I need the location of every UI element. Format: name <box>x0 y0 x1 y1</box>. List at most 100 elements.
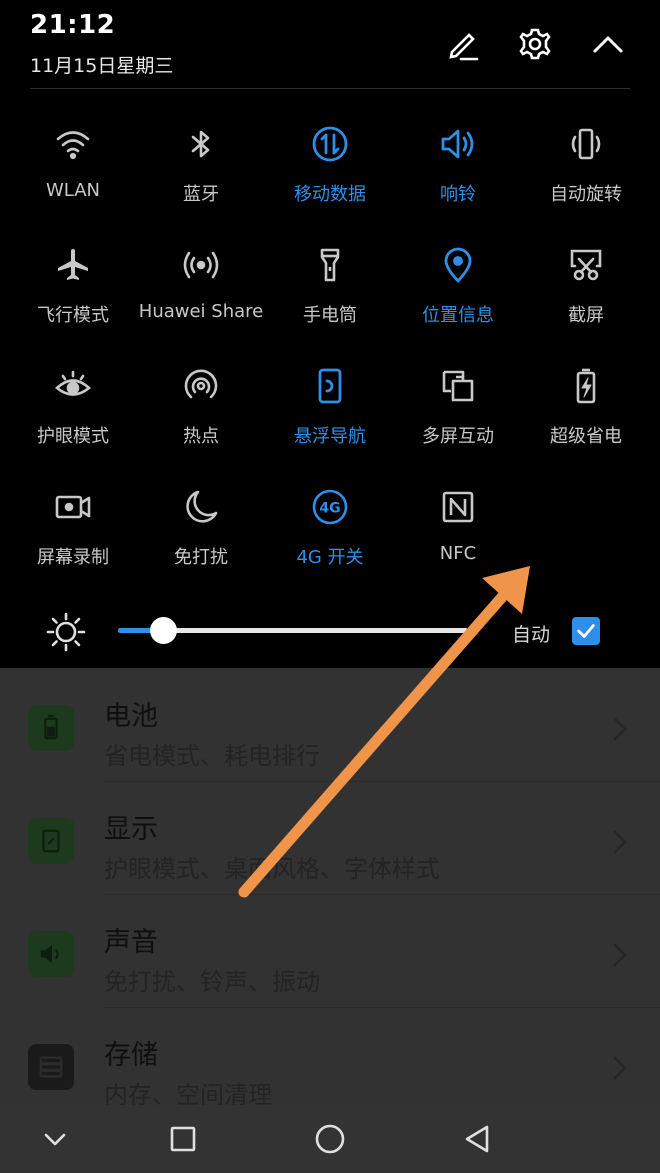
row-title: 电池 <box>104 701 158 732</box>
tile-label: 悬浮导航 <box>294 426 366 447</box>
tile-huawei-share[interactable]: Huawei Share <box>137 245 265 345</box>
hotspot-icon <box>184 369 218 399</box>
settings-list-dimmed: 电池 省电模式、耗电排行 显示 护眼模式、桌面风格、字体样式 声音 免打扰、铃声… <box>0 668 660 1105</box>
settings-row-storage[interactable]: 存储 内存、空间清理 <box>0 1007 660 1105</box>
navigation-bar <box>0 1105 660 1173</box>
brightness-slider-thumb[interactable] <box>150 617 177 644</box>
check-icon <box>577 624 595 638</box>
tile-label: 响铃 <box>440 184 476 205</box>
edit-button[interactable] <box>440 22 484 66</box>
storage-icon <box>28 1044 74 1090</box>
settings-row-battery[interactable]: 电池 省电模式、耗电排行 <box>0 668 660 781</box>
tile-screen-record[interactable]: 屏幕录制 <box>9 487 137 587</box>
tile-do-not-disturb[interactable]: 免打扰 <box>137 487 265 587</box>
tile-label: WLAN <box>45 180 101 201</box>
tile-eye-comfort[interactable]: 护眼模式 <box>9 366 137 466</box>
nav-down-button[interactable] <box>33 1117 77 1161</box>
tile-label: 屏幕录制 <box>37 547 109 568</box>
tile-label: 免打扰 <box>174 547 228 568</box>
brightness-icon <box>46 612 86 652</box>
collapse-button[interactable] <box>586 22 630 66</box>
tile-4g[interactable]: 4G 4G 开关 <box>266 487 394 587</box>
eye-icon <box>55 370 91 396</box>
multi-screen-icon <box>442 370 474 402</box>
svg-text:4G: 4G <box>319 501 340 517</box>
settings-row-sound[interactable]: 声音 免打扰、铃声、振动 <box>0 894 660 1007</box>
wifi-icon <box>56 131 90 160</box>
sound-icon <box>28 931 74 977</box>
recents-square-icon <box>170 1126 196 1152</box>
auto-rotate-icon <box>571 128 601 160</box>
speaker-icon <box>441 129 474 159</box>
4g-icon: 4G <box>312 489 348 525</box>
collapse-chevron-up-icon <box>593 36 623 53</box>
tile-label: 热点 <box>183 426 219 447</box>
nav-back-button[interactable] <box>455 1117 499 1161</box>
row-title: 存储 <box>104 1040 158 1071</box>
tile-label: NFC <box>439 543 477 564</box>
tile-battery-saver[interactable]: 超级省电 <box>522 366 650 466</box>
settings-gear-icon <box>519 28 551 60</box>
tile-label: Huawei Share <box>138 301 264 322</box>
screen-record-icon <box>55 495 91 519</box>
home-circle-icon <box>315 1124 345 1154</box>
tile-ring[interactable]: 响铃 <box>394 124 522 224</box>
row-subtitle: 免打扰、铃声、振动 <box>104 968 320 996</box>
tile-flashlight[interactable]: 手电筒 <box>266 245 394 345</box>
header-divider <box>30 88 630 89</box>
bluetooth-icon <box>191 130 210 158</box>
row-subtitle: 省电模式、耗电排行 <box>104 742 320 770</box>
tile-label: 4G 开关 <box>296 547 364 568</box>
nav-recents-button[interactable] <box>161 1117 205 1161</box>
floating-nav-icon <box>318 368 342 404</box>
chevron-right-icon <box>613 943 627 967</box>
battery-icon <box>28 705 74 751</box>
location-pin-icon <box>444 247 472 283</box>
moon-icon <box>186 490 218 523</box>
tile-bluetooth[interactable]: 蓝牙 <box>137 124 265 224</box>
tile-label: 移动数据 <box>294 184 366 205</box>
tile-label: 多屏互动 <box>422 426 494 447</box>
quick-settings-panel: 21:12 11月15日星期三 WLAN 蓝牙 移动数据 响铃 自动旋转 飞行模… <box>0 0 660 668</box>
nfc-icon <box>442 491 474 523</box>
status-time: 21:12 <box>30 10 116 40</box>
battery-saver-icon <box>576 368 596 404</box>
tile-label: 飞行模式 <box>37 305 109 326</box>
chevron-down-icon <box>44 1133 66 1146</box>
tile-floating-nav[interactable]: 悬浮导航 <box>266 366 394 466</box>
settings-row-display[interactable]: 显示 护眼模式、桌面风格、字体样式 <box>0 781 660 894</box>
tile-label: 手电筒 <box>303 305 357 326</box>
tile-multi-screen[interactable]: 多屏互动 <box>394 366 522 466</box>
mobile-data-icon <box>312 126 348 162</box>
edit-icon <box>449 33 479 61</box>
nav-home-button[interactable] <box>308 1117 352 1161</box>
tile-label: 位置信息 <box>422 305 494 326</box>
tile-nfc[interactable]: NFC <box>394 487 522 587</box>
back-triangle-icon <box>465 1125 489 1153</box>
row-title: 显示 <box>104 814 158 845</box>
row-title: 声音 <box>104 927 158 958</box>
screenshot-scissors-icon <box>570 249 602 281</box>
auto-brightness-checkbox[interactable] <box>572 617 600 645</box>
tile-auto-rotate[interactable]: 自动旋转 <box>522 124 650 224</box>
display-icon <box>28 818 74 864</box>
tile-label: 蓝牙 <box>183 184 219 205</box>
tile-label: 自动旋转 <box>550 184 622 205</box>
settings-button[interactable] <box>513 22 557 66</box>
row-subtitle: 内存、空间清理 <box>104 1081 272 1105</box>
chevron-right-icon <box>613 717 627 741</box>
tile-airplane-mode[interactable]: 飞行模式 <box>9 245 137 345</box>
flashlight-icon <box>320 248 340 282</box>
tile-screenshot[interactable]: 截屏 <box>522 245 650 345</box>
airplane-icon <box>58 249 88 280</box>
status-date: 11月15日星期三 <box>30 55 174 77</box>
tile-hotspot[interactable]: 热点 <box>137 366 265 466</box>
tile-label: 超级省电 <box>550 426 622 447</box>
tile-mobile-data[interactable]: 移动数据 <box>266 124 394 224</box>
chevron-right-icon <box>613 830 627 854</box>
row-subtitle: 护眼模式、桌面风格、字体样式 <box>104 855 440 883</box>
chevron-right-icon <box>613 1056 627 1080</box>
huawei-share-icon <box>183 251 219 279</box>
tile-wlan[interactable]: WLAN <box>9 124 137 224</box>
tile-location[interactable]: 位置信息 <box>394 245 522 345</box>
